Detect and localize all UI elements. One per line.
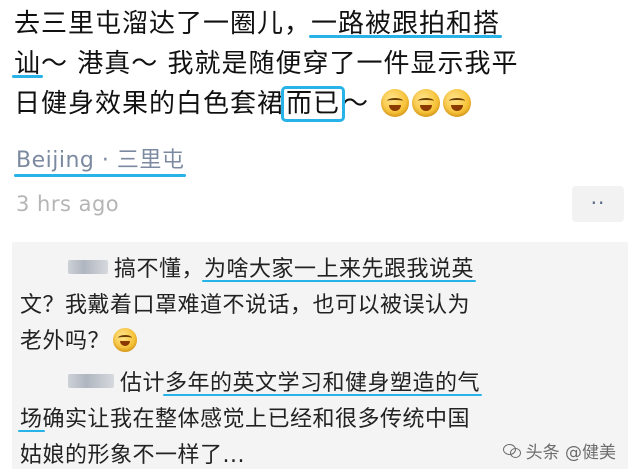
comment-text: 老外吗？ <box>20 329 111 354</box>
comment-text: 搞不懂， <box>114 257 205 282</box>
comments-panel: 搞不懂，为啥大家一上来先跟我说英 文？我戴着口罩难道不说话，也可以被误认为 老外… <box>12 242 628 469</box>
post-text-segment: ～ 港真～ 我就是随便穿了一件显示我平 <box>41 49 519 79</box>
chat-bubbles-icon <box>502 443 521 458</box>
post-body: 去三里屯溜达了一圈儿，一路被跟拍和搭 讪～ 港真～ 我就是随便穿了一件显示我平 … <box>14 4 626 124</box>
comment-line: 老外吗？ <box>20 324 620 360</box>
comment-line: 搞不懂，为啥大家一上来先跟我说英 <box>20 252 620 288</box>
blurred-username[interactable] <box>68 260 108 274</box>
laughing-crying-emoji-icon <box>381 89 410 117</box>
highlighted-text: 场 <box>20 407 43 432</box>
post-text-segment: 去三里屯溜达了一圈儿， <box>14 9 312 39</box>
ellipsis-icon: ·· <box>590 191 606 215</box>
highlighted-text: 多年的英文学习和健身塑造的气 <box>165 371 481 396</box>
laughing-crying-emoji-icon <box>113 328 138 352</box>
watermark: 头条 @健美 <box>502 438 616 463</box>
comment-text: 估计 <box>120 371 166 396</box>
blurred-username[interactable] <box>68 374 114 388</box>
comment-item[interactable]: 搞不懂，为啥大家一上来先跟我说英 文？我戴着口罩难道不说话，也可以被误认为 老外… <box>20 252 620 360</box>
post-timestamp: 3 hrs ago <box>16 192 120 216</box>
watermark-text: 头条 @健美 <box>525 443 616 463</box>
more-options-button[interactable]: ·· <box>572 186 624 222</box>
post-line-3: 日健身效果的白色套裙而已～ <box>14 84 626 124</box>
location-label[interactable]: Beijing · 三里屯 <box>16 148 184 173</box>
comment-text: 确实让我在整体感觉上已经和很多传统中国 <box>42 407 471 432</box>
post-location[interactable]: Beijing · 三里屯 <box>16 142 184 174</box>
highlighted-text: 讪 <box>14 49 42 79</box>
highlighted-text: 一路被跟拍和搭 <box>311 9 501 39</box>
comment-line: 文？我戴着口罩难道不说话，也可以被误认为 <box>20 293 471 318</box>
post-line-2: 讪～ 港真～ 我就是随便穿了一件显示我平 <box>14 44 626 84</box>
laughing-crying-emoji-icon <box>443 89 472 117</box>
post-text-segment: ～ <box>342 89 370 119</box>
post-text-segment: 日健身效果的白色套裙 <box>14 89 285 119</box>
comment-line: 场确实让我在整体感觉上已经和很多传统中国 <box>20 402 620 438</box>
comment-line: 估计多年的英文学习和健身塑造的气 <box>20 366 620 402</box>
highlighted-text: 为啥大家一上来先跟我说英 <box>204 257 475 282</box>
laughing-crying-emoji-icon <box>412 89 441 117</box>
boxed-text: 而已 <box>281 86 346 122</box>
post-line-1: 去三里屯溜达了一圈儿，一路被跟拍和搭 <box>14 4 626 44</box>
